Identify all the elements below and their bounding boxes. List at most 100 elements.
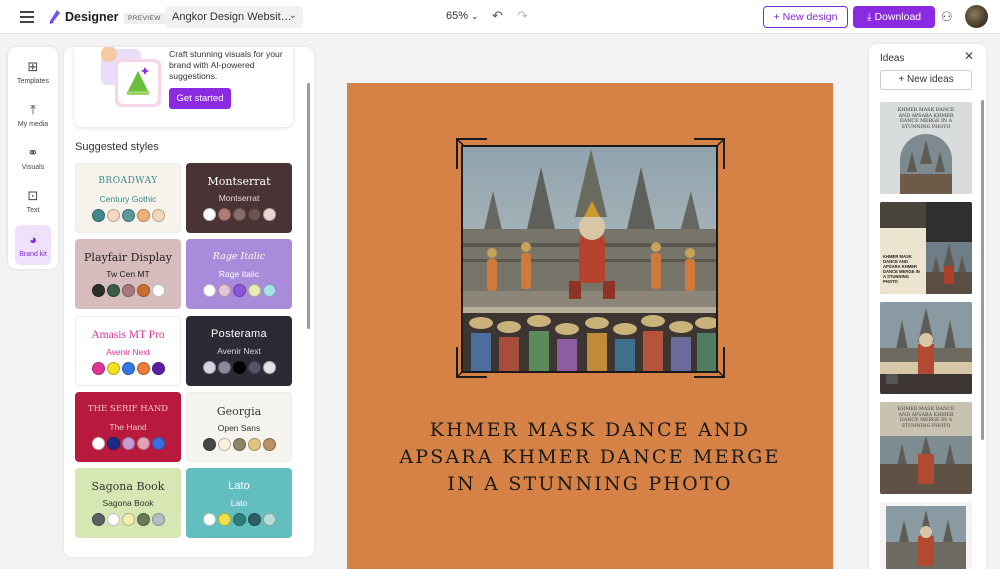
- idea-thumbnail[interactable]: KHMER MASK DANCE AND APSARA KHMER DANCE …: [880, 202, 972, 294]
- new-design-button[interactable]: + New design: [763, 6, 848, 28]
- app-name: Designer: [65, 10, 119, 24]
- color-swatch: [202, 208, 216, 221]
- idea-photo: [926, 242, 972, 294]
- idea-caption: KHMER MASK DANCE AND APSARA KHMER DANCE …: [897, 108, 955, 130]
- style-heading-font: Sagona Book: [91, 480, 165, 493]
- color-swatch: [121, 209, 135, 222]
- color-swatch: [217, 284, 231, 297]
- color-palette: [187, 438, 291, 452]
- panel-scrollbar[interactable]: [307, 83, 310, 329]
- style-body-font: The Hand: [109, 422, 147, 432]
- style-body-font: Sagona Book: [102, 498, 154, 508]
- color-swatch: [232, 284, 246, 297]
- style-card[interactable]: BROADWAY Century Gothic: [75, 163, 181, 233]
- style-heading-font: Rage Italic: [212, 251, 266, 262]
- idea-thumbnail[interactable]: [880, 302, 972, 394]
- idea-thumbnail[interactable]: [880, 502, 972, 569]
- undo-icon[interactable]: ↶: [492, 8, 503, 24]
- plus-icon: +: [898, 74, 905, 85]
- close-icon[interactable]: ✕: [964, 49, 974, 63]
- redo-icon[interactable]: ↷: [517, 8, 528, 24]
- style-card[interactable]: Lato Lato: [186, 468, 292, 538]
- document-title-select[interactable]: Angkor Design Websit… ⌄: [165, 6, 303, 28]
- color-swatch: [247, 208, 261, 221]
- style-body-font: Avenir Next: [106, 347, 150, 357]
- style-card[interactable]: Georgia Open Sans: [186, 392, 292, 462]
- download-button[interactable]: ⤓ Download: [853, 6, 935, 28]
- zoom-select[interactable]: 65% ⌄: [446, 10, 479, 22]
- color-palette: [186, 208, 292, 222]
- color-swatch: [217, 208, 231, 221]
- style-heading-font: BROADWAY: [98, 176, 158, 186]
- color-swatch: [91, 284, 105, 297]
- idea-photo: [880, 436, 972, 494]
- khmer-dance-photo[interactable]: [461, 145, 718, 373]
- idea-caption: KHMER MASK DANCE AND APSARA KHMER DANCE …: [883, 254, 920, 284]
- style-card[interactable]: THE SERIF HAND The Hand: [75, 392, 181, 462]
- color-palette: [186, 513, 292, 527]
- color-swatch: [262, 438, 276, 451]
- style-card[interactable]: Playfair Display Tw Cen MT: [75, 239, 181, 309]
- style-card[interactable]: Sagona Book Sagona Book: [75, 468, 181, 538]
- suggested-styles-title: Suggested styles: [75, 141, 159, 153]
- share-people-icon[interactable]: ⚇: [941, 9, 953, 25]
- style-heading-font: THE SERIF HAND: [87, 404, 169, 414]
- menu-icon[interactable]: [20, 11, 34, 23]
- new-ideas-button[interactable]: + New ideas: [880, 70, 972, 90]
- chevron-down-icon: ⌄: [288, 10, 297, 21]
- preview-badge: PREVIEW: [124, 13, 165, 24]
- idea-thumbnail[interactable]: KHMER MASK DANCE AND APSARA KHMER DANCE …: [880, 402, 972, 494]
- ideas-scrollbar[interactable]: [981, 100, 984, 440]
- color-swatch: [247, 361, 261, 374]
- color-swatch: [136, 209, 150, 222]
- rail-item-text[interactable]: ⊡ Text: [8, 181, 58, 221]
- color-swatch: [136, 513, 150, 526]
- color-swatch: [232, 208, 246, 221]
- idea-thumbnail[interactable]: KHMER MASK DANCE AND APSARA KHMER DANCE …: [880, 102, 972, 194]
- zoom-level: 65%: [446, 10, 469, 22]
- rail-item-my-media[interactable]: ⤒ My media: [8, 95, 58, 135]
- rail-item-templates[interactable]: ⊞ Templates: [8, 52, 58, 92]
- rail-item-label: Text: [26, 207, 40, 214]
- avatar[interactable]: [965, 5, 988, 28]
- color-swatch: [232, 513, 246, 526]
- color-swatch: [151, 437, 165, 450]
- color-swatch: [91, 209, 105, 222]
- ideas-title: Ideas: [880, 53, 905, 64]
- plus-icon: +: [773, 11, 780, 23]
- promo-text: Craft stunning visuals for your brand wi…: [169, 49, 283, 81]
- color-swatch: [202, 438, 216, 451]
- color-swatch: [217, 438, 231, 451]
- idea-photo: [880, 302, 972, 394]
- color-swatch: [232, 361, 246, 374]
- templates-icon: ⊞: [27, 59, 39, 74]
- idea-caption: KHMER MASK DANCE AND APSARA KHMER DANCE …: [897, 407, 955, 429]
- color-palette: [75, 437, 181, 451]
- brand-kit-icon: ◕: [29, 232, 37, 247]
- style-heading-font: Posterama: [211, 328, 267, 340]
- color-swatch: [247, 513, 261, 526]
- styles-panel: Craft stunning visuals for your brand wi…: [64, 47, 314, 557]
- top-bar: Designer PREVIEW Angkor Design Websit… ⌄…: [0, 0, 1000, 34]
- canvas-title-text[interactable]: KHMER MASK DANCE AND APSARA KHMER DANCE …: [387, 417, 793, 498]
- style-card[interactable]: Montserrat Montserrat: [186, 163, 292, 233]
- color-swatch: [91, 513, 105, 526]
- style-body-font: Lato: [230, 498, 248, 508]
- design-canvas[interactable]: KHMER MASK DANCE AND APSARA KHMER DANCE …: [347, 83, 833, 569]
- color-swatch: [247, 284, 261, 297]
- color-swatch: [106, 513, 120, 526]
- style-card[interactable]: Rage Italic Rage Italic: [186, 239, 292, 309]
- document-title: Angkor Design Websit…: [172, 11, 292, 23]
- rail-item-brand-kit[interactable]: ◕ Brand kit: [15, 225, 51, 265]
- style-body-font: Open Sans: [217, 423, 261, 433]
- color-swatch: [151, 362, 165, 375]
- color-swatch: [202, 513, 216, 526]
- style-card[interactable]: Posterama Avenir Next: [186, 316, 292, 386]
- get-started-button[interactable]: Get started: [169, 88, 231, 109]
- style-card[interactable]: Amasis MT Pro Avenir Next: [75, 316, 181, 386]
- color-palette: [186, 361, 292, 375]
- rail-item-label: Brand kit: [19, 251, 47, 258]
- rail-item-visuals[interactable]: ⚭ Visuals: [8, 138, 58, 178]
- style-body-font: Avenir Next: [217, 346, 261, 356]
- style-heading-font: Amasis MT Pro: [91, 329, 165, 341]
